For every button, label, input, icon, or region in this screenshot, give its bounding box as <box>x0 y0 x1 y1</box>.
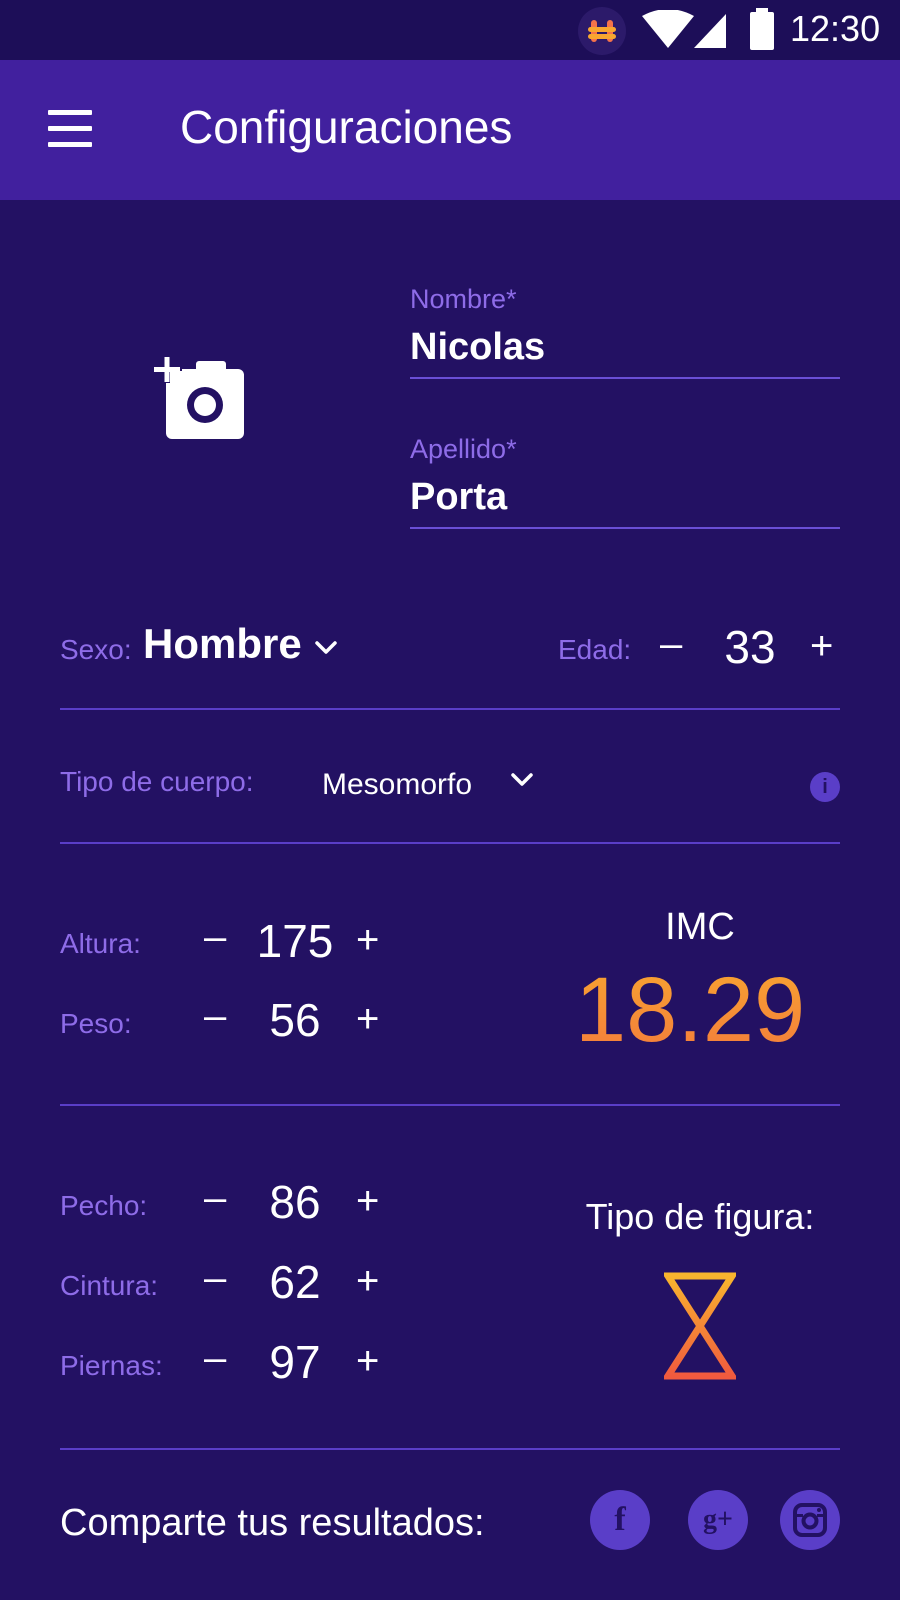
waist-increase-button[interactable]: + <box>356 1261 379 1301</box>
waist-value: 62 <box>269 1256 321 1308</box>
last-name-field[interactable]: Porta <box>410 476 507 519</box>
figure-type-label: Tipo de figura: <box>585 1196 815 1237</box>
divider <box>60 708 840 710</box>
height-increase-button[interactable]: + <box>356 920 379 960</box>
hourglass-figure-icon <box>664 1272 736 1380</box>
chest-value: 86 <box>269 1176 321 1228</box>
weight-label: Peso: <box>60 1008 132 1039</box>
divider <box>60 1448 840 1450</box>
hive-icon <box>578 7 626 55</box>
age-value: 33 <box>724 621 776 673</box>
share-label: Comparte tus resultados: <box>60 1502 485 1544</box>
status-time: 12:30 <box>790 8 881 49</box>
divider <box>60 1104 840 1106</box>
last-name-label: Apellido* <box>410 434 517 464</box>
weight-value: 56 <box>269 994 321 1046</box>
weight-decrease-button[interactable]: – <box>204 996 226 1036</box>
last-name-underline <box>410 527 840 529</box>
height-decrease-button[interactable]: – <box>204 917 226 957</box>
add-photo-camera-icon[interactable] <box>152 355 252 445</box>
first-name-label: Nombre* <box>410 284 517 314</box>
weight-increase-button[interactable]: + <box>356 999 379 1039</box>
google-plus-icon[interactable]: g+ <box>688 1490 748 1550</box>
facebook-icon[interactable]: f <box>590 1490 650 1550</box>
age-increase-button[interactable]: + <box>810 626 833 666</box>
imc-value: 18.29 <box>575 959 806 1061</box>
signal-icon <box>694 14 726 48</box>
legs-label: Piernas: <box>60 1350 163 1381</box>
first-name-field[interactable]: Nicolas <box>410 326 545 369</box>
body-type-select[interactable]: Mesomorfo <box>322 768 472 802</box>
info-icon[interactable]: i <box>810 772 840 802</box>
waist-decrease-button[interactable]: – <box>204 1258 226 1298</box>
page-title: Configuraciones <box>180 101 513 153</box>
chest-decrease-button[interactable]: – <box>204 1178 226 1218</box>
legs-increase-button[interactable]: + <box>356 1341 379 1381</box>
age-decrease-button[interactable]: – <box>660 624 682 664</box>
wifi-icon <box>642 10 694 48</box>
sex-label: Sexo: <box>60 634 132 665</box>
chest-label: Pecho: <box>60 1190 148 1221</box>
first-name-underline <box>410 377 840 379</box>
chest-increase-button[interactable]: + <box>356 1181 379 1221</box>
divider <box>60 842 840 844</box>
age-label: Edad: <box>558 634 632 665</box>
legs-value: 97 <box>269 1336 321 1388</box>
instagram-icon[interactable] <box>780 1490 840 1550</box>
height-value: 175 <box>256 915 334 967</box>
legs-decrease-button[interactable]: – <box>204 1338 226 1378</box>
status-bar: 12:30 <box>0 0 900 60</box>
chevron-down-icon[interactable] <box>314 640 338 656</box>
imc-label: IMC <box>665 906 735 948</box>
chevron-down-icon[interactable] <box>510 772 534 788</box>
body-type-label: Tipo de cuerpo: <box>60 766 254 797</box>
sex-select[interactable]: Hombre <box>143 620 302 668</box>
waist-label: Cintura: <box>60 1270 159 1301</box>
hamburger-menu-icon[interactable] <box>48 110 92 150</box>
battery-icon <box>750 8 774 50</box>
height-label: Altura: <box>60 928 141 959</box>
